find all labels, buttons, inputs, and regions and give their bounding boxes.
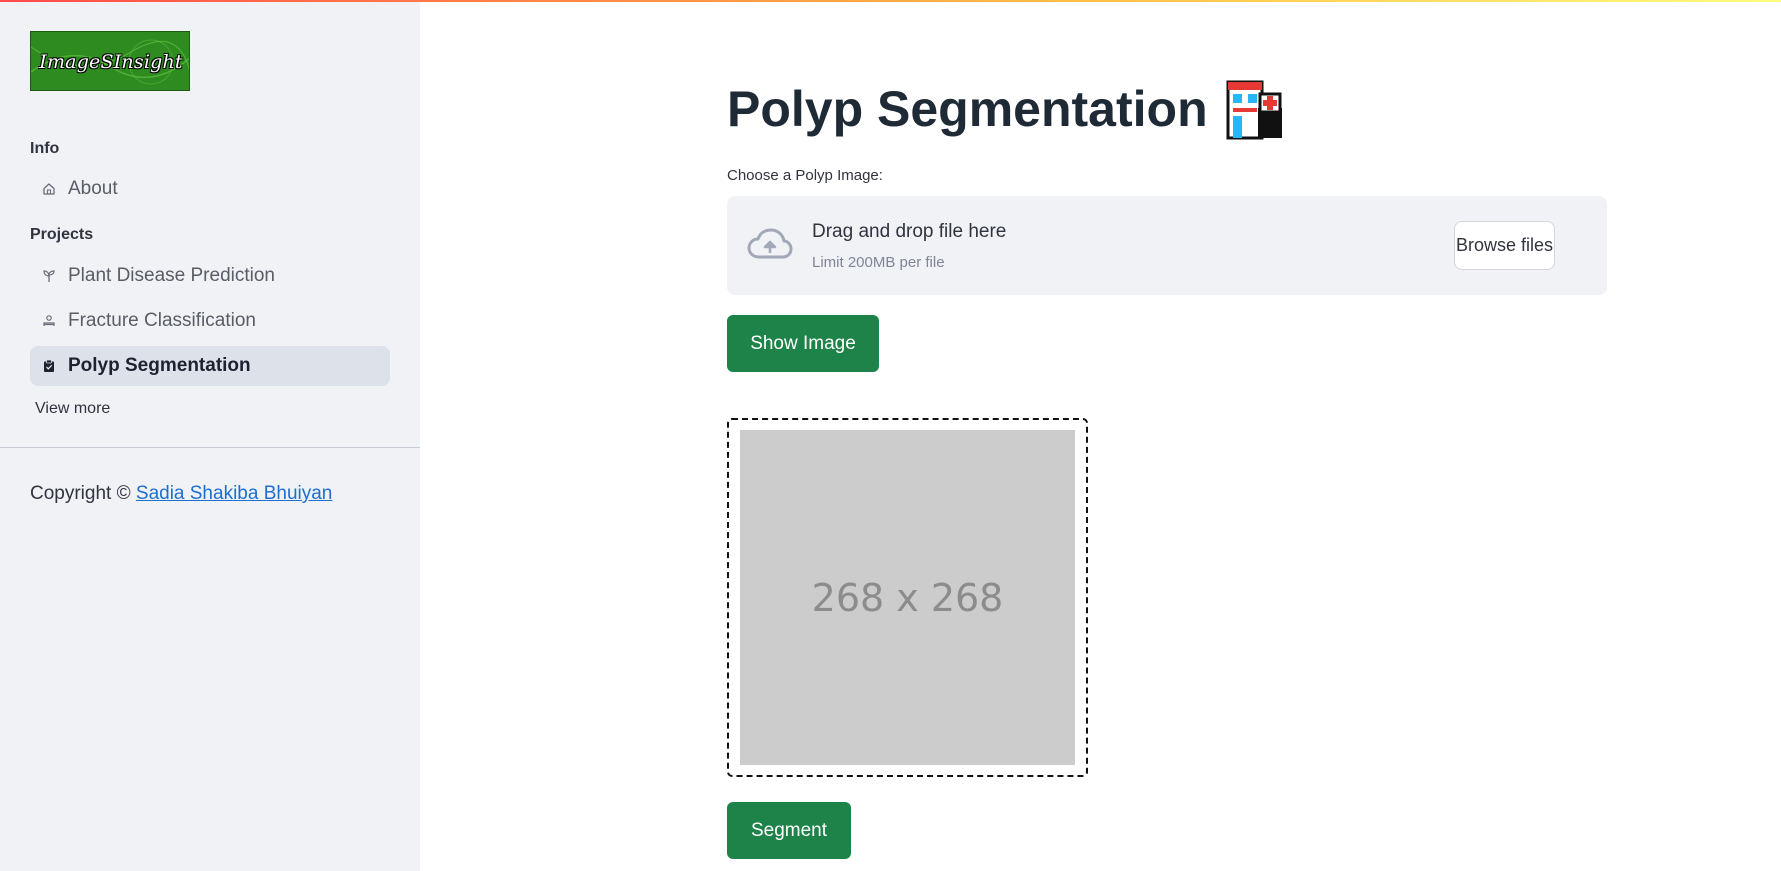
clipboard-icon bbox=[42, 359, 56, 373]
sidebar-item-label: About bbox=[68, 178, 118, 199]
uploader-label: Choose a Polyp Image: bbox=[727, 167, 883, 184]
sidebar-item-label: Polyp Segmentation bbox=[68, 355, 251, 376]
person-bed-icon bbox=[42, 314, 56, 328]
image-preview-frame: 268 x 268 bbox=[727, 418, 1088, 777]
show-image-button[interactable]: Show Image bbox=[727, 315, 879, 372]
logo-text: ImageSInsight bbox=[39, 51, 183, 73]
copyright-text: Copyright © Sadia Shakiba Bhuiyan bbox=[30, 483, 332, 505]
home-icon bbox=[42, 182, 56, 196]
sidebar-item-label: Plant Disease Prediction bbox=[68, 265, 275, 286]
page-title: Polyp Segmentation bbox=[727, 78, 1286, 140]
image-placeholder: 268 x 268 bbox=[740, 430, 1075, 765]
sprout-icon bbox=[42, 269, 56, 283]
section-label-info: Info bbox=[30, 140, 60, 157]
sidebar: ImageSInsight Info About Projects Plant … bbox=[0, 0, 420, 871]
file-dropzone[interactable]: Drag and drop file here Limit 200MB per … bbox=[727, 196, 1607, 295]
top-decoration-bar bbox=[0, 0, 1781, 2]
file-size-limit: Limit 200MB per file bbox=[812, 254, 945, 271]
page-title-text: Polyp Segmentation bbox=[727, 81, 1208, 137]
view-more-link[interactable]: View more bbox=[35, 400, 110, 418]
copyright-author-link[interactable]: Sadia Shakiba Bhuiyan bbox=[136, 483, 332, 504]
segment-button[interactable]: Segment bbox=[727, 802, 851, 859]
copyright-prefix: Copyright © bbox=[30, 483, 131, 504]
sidebar-item-fracture[interactable]: Fracture Classification bbox=[30, 301, 390, 341]
app-logo: ImageSInsight bbox=[30, 31, 190, 91]
sidebar-item-plant-disease[interactable]: Plant Disease Prediction bbox=[30, 256, 390, 296]
browse-files-button[interactable]: Browse files bbox=[1454, 221, 1555, 270]
hospital-icon bbox=[1226, 80, 1282, 140]
sidebar-item-label: Fracture Classification bbox=[68, 310, 256, 331]
sidebar-divider bbox=[0, 447, 420, 448]
drop-instruction: Drag and drop file here bbox=[812, 221, 1007, 242]
section-label-projects: Projects bbox=[30, 226, 94, 243]
sidebar-item-about[interactable]: About bbox=[30, 169, 390, 209]
cloud-upload-icon bbox=[747, 228, 793, 259]
sidebar-item-polyp-segmentation[interactable]: Polyp Segmentation bbox=[30, 346, 390, 386]
